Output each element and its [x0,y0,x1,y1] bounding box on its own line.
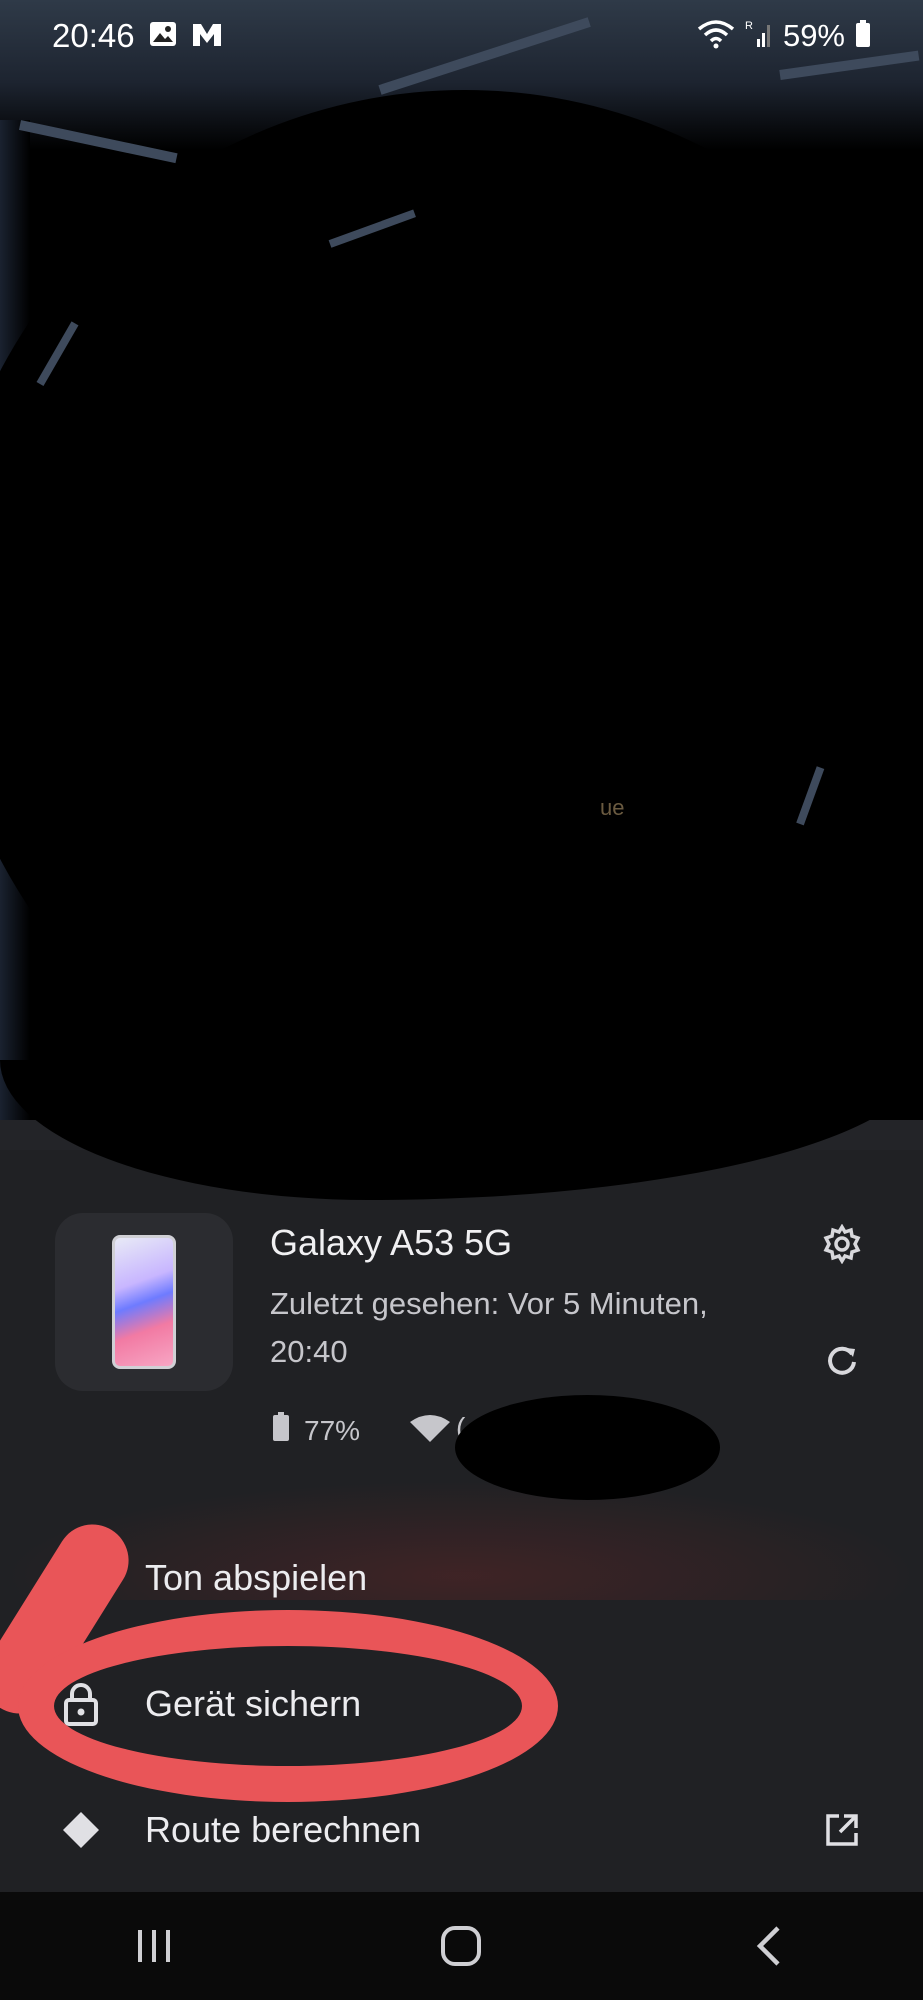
status-time: 20:46 [52,17,135,54]
back-button[interactable] [729,1906,809,1986]
battery-icon [272,1412,290,1449]
device-name: Galaxy A53 5G [270,1222,513,1263]
device-network: ( [408,1412,465,1447]
battery-icon [855,19,871,53]
gear-icon[interactable] [820,1222,864,1266]
home-button[interactable] [421,1906,501,1986]
device-image [55,1213,233,1391]
route-button[interactable]: Route berechnen [0,1780,923,1880]
route-label: Route berechnen [145,1809,422,1850]
directions-icon [58,1807,104,1853]
annotation-circle [18,1610,558,1802]
wifi-icon [697,19,735,54]
map-label: ue [600,795,625,820]
play-sound-button[interactable]: Ton abspielen [0,1528,923,1628]
battery-level: 59% [782,18,845,53]
map-view[interactable]: ue [0,0,923,1230]
redaction-scribble [0,90,923,1140]
redaction-scribble [455,1395,720,1500]
system-nav-bar [0,1892,923,2000]
status-bar: 20:46 R 59% [0,0,923,72]
device-battery-level: 77% [304,1414,361,1446]
device-battery: 77% [272,1412,360,1449]
play-sound-label: Ton abspielen [145,1557,368,1598]
external-link-icon[interactable] [820,1808,864,1852]
recent-apps-button[interactable] [114,1906,194,1986]
svg-text:R: R [745,20,753,32]
refresh-icon[interactable] [820,1338,864,1382]
phone-illustration [112,1235,176,1369]
signal-icon: R [745,19,773,54]
last-seen-text: Zuletzt gesehen: Vor 5 Minuten, 20:40 [270,1286,708,1369]
mail-icon [191,20,223,53]
gallery-icon [149,21,177,52]
